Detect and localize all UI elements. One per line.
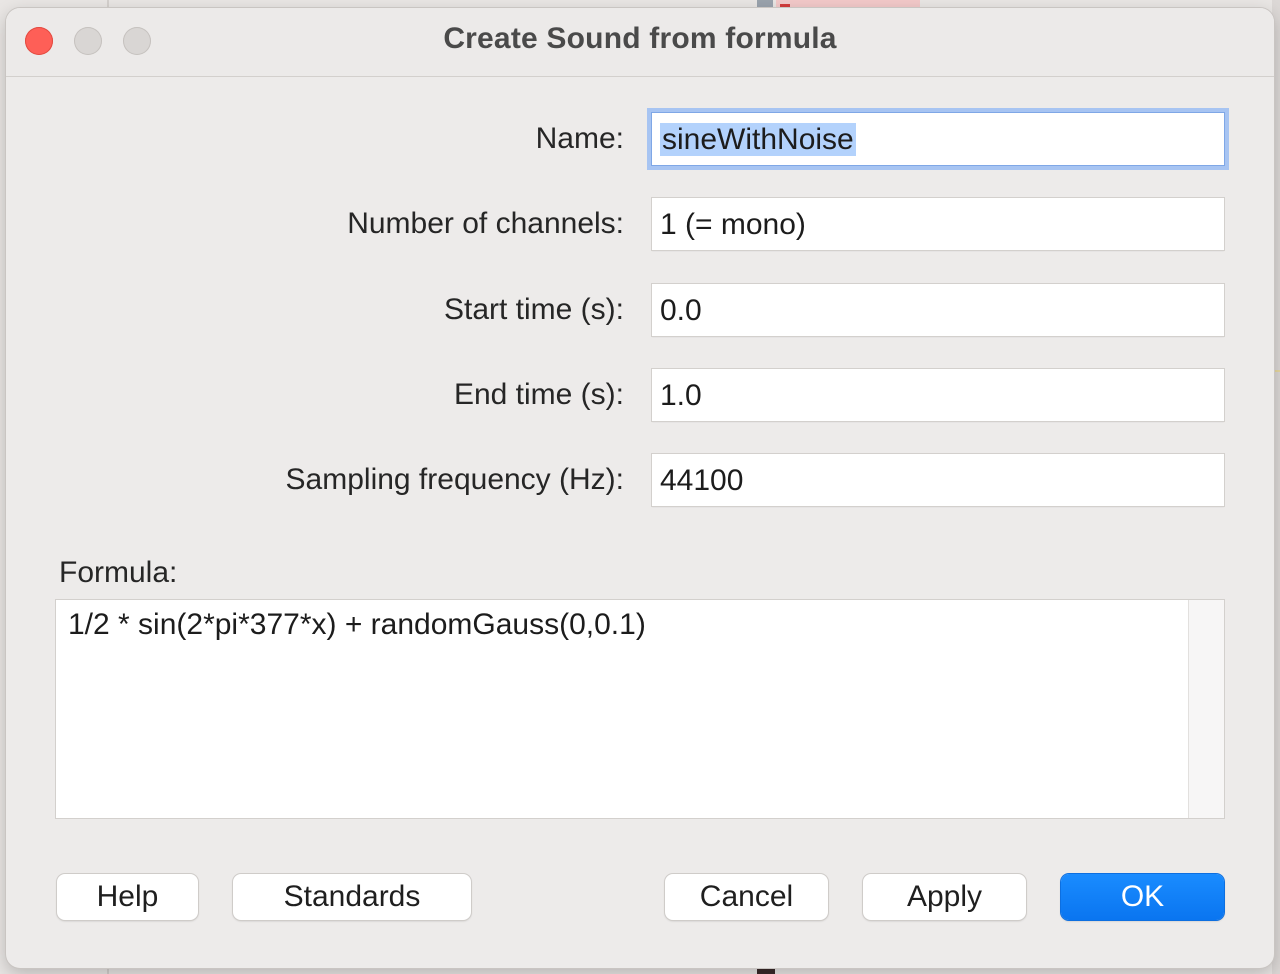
help-button[interactable]: Help [57,874,198,920]
formula-textarea[interactable]: 1/2 * sin(2*pi*377*x) + randomGauss(0,0.… [56,600,1224,818]
channels-label: Number of channels: [347,207,624,240]
name-label: Name: [535,122,624,155]
start-time-field-value: 0.0 [660,294,702,327]
name-field[interactable]: sineWithNoise [652,113,1224,165]
sampling-frequency-label: Sampling frequency (Hz): [285,463,624,496]
background-window-fragment [780,4,790,7]
ok-button[interactable]: OK [1061,874,1224,920]
name-field-value: sineWithNoise [660,123,856,156]
channels-field-value: 1 (= mono) [660,208,806,241]
formula-scrollbar[interactable] [1188,600,1224,818]
create-sound-dialog: Create Sound from formula Name: sineWith… [6,8,1274,968]
standards-button[interactable]: Standards [233,874,471,920]
end-time-field[interactable]: 1.0 [652,369,1224,421]
channels-field[interactable]: 1 (= mono) [652,198,1224,250]
end-time-field-value: 1.0 [660,379,702,412]
formula-text: 1/2 * sin(2*pi*377*x) + randomGauss(0,0.… [68,608,646,641]
background-window-fragment [1273,370,1280,372]
cancel-button[interactable]: Cancel [665,874,828,920]
apply-button[interactable]: Apply [863,874,1026,920]
title-bar[interactable]: Create Sound from formula [6,8,1274,77]
end-time-label: End time (s): [453,378,624,411]
dialog-title: Create Sound from formula [443,22,837,55]
sampling-frequency-field[interactable]: 44100 [652,454,1224,506]
start-time-field[interactable]: 0.0 [652,284,1224,336]
start-time-label: Start time (s): [443,293,624,326]
sampling-frequency-field-value: 44100 [660,464,744,497]
formula-label: Formula: [59,556,178,589]
